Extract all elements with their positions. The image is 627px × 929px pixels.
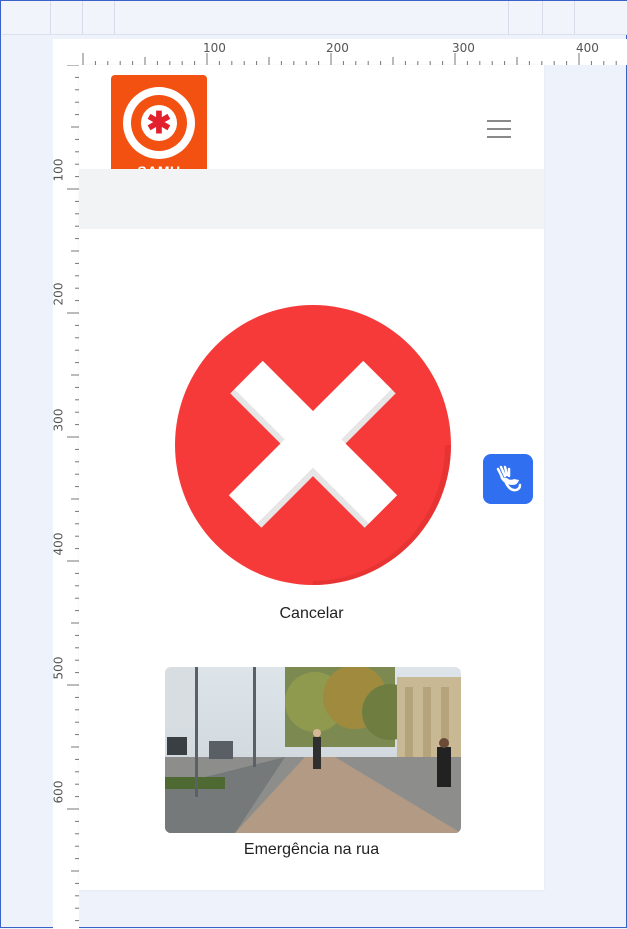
ruler-vertical: 100 200 300 400 500 600 xyxy=(53,65,79,929)
street-emergency-label: Emergência na rua xyxy=(243,841,380,858)
ruler-label-300: 300 xyxy=(452,41,475,55)
hamburger-icon[interactable] xyxy=(487,120,511,140)
ruler-vlabel-100: 100 xyxy=(53,158,66,182)
sign-language-hands-icon[interactable] xyxy=(483,454,533,504)
editor-toolbar xyxy=(2,1,627,35)
mobile-page: ✱ SAMU Cancelar xyxy=(79,65,544,890)
cancel-x-icon xyxy=(175,305,451,585)
ruler-vlabel-400: 400 xyxy=(53,532,66,556)
cancel-button[interactable] xyxy=(175,305,451,585)
header-band xyxy=(79,169,544,229)
browser-frame: 100 200 300 400 100 200 300 400 500 600 … xyxy=(0,0,627,929)
ruler-vlabel-200: 200 xyxy=(53,282,66,306)
ruler-vlabel-500: 500 xyxy=(53,656,66,680)
ruler-label-200: 200 xyxy=(326,41,349,55)
street-photo-image xyxy=(165,667,461,833)
street-emergency-button[interactable] xyxy=(165,667,461,833)
samu-logo[interactable]: ✱ SAMU xyxy=(111,75,207,183)
logo-emblem-icon: ✱ xyxy=(123,87,195,159)
ruler-vlabel-300: 300 xyxy=(53,408,66,432)
ruler-label-100: 100 xyxy=(203,41,226,55)
cancel-label: Cancelar xyxy=(279,605,344,622)
ruler-horizontal: 100 200 300 400 xyxy=(79,39,627,65)
ruler-label-400: 400 xyxy=(576,41,599,55)
ruler-corner xyxy=(53,39,79,65)
ruler-vlabel-600: 600 xyxy=(53,780,66,804)
